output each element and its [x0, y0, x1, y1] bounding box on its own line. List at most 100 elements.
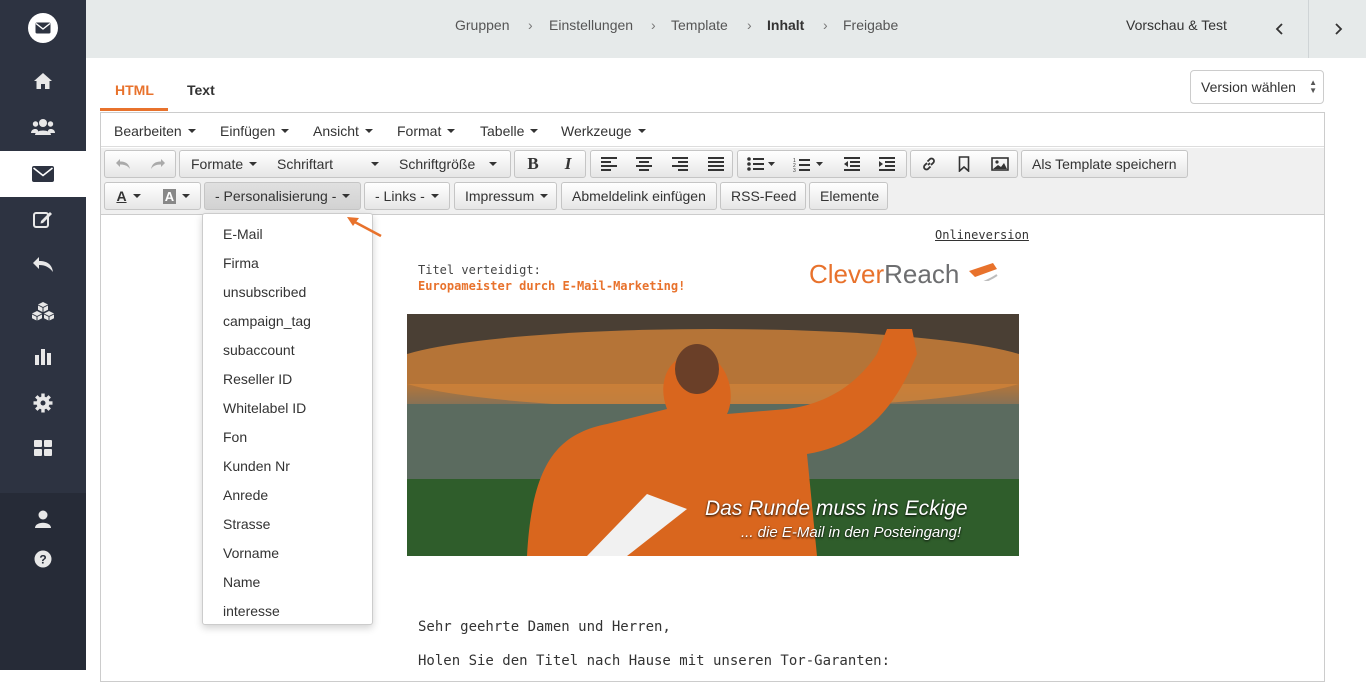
text-color-button[interactable]: A [105, 183, 152, 209]
help-icon[interactable]: ? [0, 536, 86, 582]
font-size-dropdown[interactable]: Schriftgröße [399, 156, 498, 172]
format-group: Formate Schriftart Schriftgröße [179, 150, 511, 178]
caret-down-icon [132, 194, 141, 198]
logo-envelope-icon [876, 263, 998, 294]
online-version-link[interactable]: Onlineversion [935, 228, 1029, 242]
menu-item-whitelabel-id[interactable]: Whitelabel ID [203, 388, 372, 417]
menu-item-kunden-nr[interactable]: Kunden Nr [203, 446, 372, 475]
menu-item-subaccount[interactable]: subaccount [203, 330, 372, 359]
redo-icon [151, 159, 165, 169]
next-step-button[interactable] [1308, 0, 1366, 58]
caret-down-icon [637, 129, 646, 133]
indent-icon [879, 157, 895, 171]
breadcrumb-einstellungen[interactable]: Einstellungen [549, 17, 633, 33]
menu-item-strasse[interactable]: Strasse [203, 504, 372, 533]
imprint-dropdown[interactable]: Impressum [454, 182, 557, 210]
menu-label: Format [397, 123, 442, 139]
menu-item-campaign-tag[interactable]: campaign_tag [203, 301, 372, 330]
menu-bearbeiten[interactable]: Bearbeiten [114, 123, 196, 139]
breadcrumb-template[interactable]: Template [671, 17, 728, 33]
link-media-group [910, 150, 1018, 178]
version-select[interactable]: Version wählen ▲ ▼ [1190, 70, 1324, 104]
link-icon [923, 157, 935, 171]
caret-down-icon [447, 129, 456, 133]
mail-icon[interactable] [0, 151, 86, 197]
rss-feed-button[interactable]: RSS-Feed [720, 182, 806, 210]
outdent-icon [844, 157, 860, 171]
elements-button[interactable]: Elemente [809, 182, 888, 210]
numbered-list-button[interactable]: 123 [785, 151, 831, 177]
font-family-dropdown[interactable]: Schriftart [277, 156, 380, 172]
menu-werkzeuge[interactable]: Werkzeuge [561, 123, 646, 139]
reply-icon[interactable] [0, 241, 86, 287]
breadcrumb-freigabe[interactable]: Freigabe [843, 17, 898, 33]
font-size-label: Schriftgröße [399, 156, 476, 172]
menu-item-firma[interactable]: Firma [203, 243, 372, 272]
menu-tabelle[interactable]: Tabelle [480, 123, 539, 139]
menu-item-vorname[interactable]: Vorname [203, 533, 372, 562]
menu-item-unsubscribed[interactable]: unsubscribed [203, 272, 372, 301]
align-justify-icon [708, 157, 724, 171]
numbered-list-icon: 123 [793, 158, 823, 172]
previous-step-button[interactable] [1251, 0, 1309, 58]
insert-image-button[interactable] [982, 151, 1018, 177]
mail-logo-icon[interactable] [28, 13, 58, 43]
edit-icon[interactable] [0, 196, 86, 242]
tab-html[interactable]: HTML [115, 82, 154, 98]
caret-down-icon [430, 194, 439, 198]
users-icon[interactable] [0, 104, 86, 150]
cubes-icon[interactable] [0, 288, 86, 334]
topbar: Gruppen › Einstellungen › Template › Inh… [86, 0, 1366, 58]
background-color-icon: A [162, 188, 177, 204]
home-icon[interactable] [0, 58, 86, 104]
menu-format[interactable]: Format [397, 123, 456, 139]
menu-ansicht[interactable]: Ansicht [313, 123, 373, 139]
breadcrumb-gruppen[interactable]: Gruppen [455, 17, 509, 33]
bold-button[interactable]: B [515, 151, 551, 177]
undo-button[interactable] [105, 151, 141, 177]
preview-test-link[interactable]: Vorschau & Test [1126, 17, 1227, 33]
menu-item-name[interactable]: Name [203, 562, 372, 591]
bar-chart-icon[interactable] [0, 333, 86, 379]
gear-icon[interactable] [0, 380, 86, 426]
list-indent-group: 123 [737, 150, 907, 178]
align-justify-button[interactable] [698, 151, 734, 177]
breadcrumb-separator: › [528, 17, 533, 33]
menu-item-interesse[interactable]: interesse [203, 591, 372, 620]
personalization-dropdown[interactable]: - Personalisierung - [204, 182, 361, 210]
breadcrumb-inhalt[interactable]: Inhalt [767, 17, 804, 33]
align-right-button[interactable] [662, 151, 698, 177]
caret-down-icon [371, 162, 380, 166]
italic-button[interactable]: I [550, 151, 586, 177]
links-dropdown[interactable]: - Links - [364, 182, 450, 210]
menu-item-reseller-id[interactable]: Reseller ID [203, 359, 372, 388]
indent-button[interactable] [869, 151, 905, 177]
svg-text:3: 3 [793, 168, 796, 172]
align-left-button[interactable] [591, 151, 627, 177]
menu-label: Bearbeiten [114, 123, 182, 139]
align-left-icon [601, 157, 617, 171]
save-as-template-button[interactable]: Als Template speichern [1021, 150, 1188, 178]
bullet-list-button[interactable] [738, 151, 784, 177]
insert-link-button[interactable] [911, 151, 947, 177]
bookmark-button[interactable] [946, 151, 982, 177]
tab-text[interactable]: Text [187, 82, 215, 98]
menu-einfuegen[interactable]: Einfügen [220, 123, 290, 139]
menu-label: Tabelle [480, 123, 525, 139]
greeting-text: Sehr geehrte Damen und Herren, [418, 619, 671, 635]
menu-item-fon[interactable]: Fon [203, 417, 372, 446]
sidebar: ? [0, 0, 86, 670]
background-color-button[interactable]: A [153, 183, 200, 209]
outdent-button[interactable] [834, 151, 870, 177]
alignment-group [590, 150, 733, 178]
align-center-button[interactable] [626, 151, 662, 177]
grid-icon[interactable] [0, 425, 86, 471]
bullet-list-icon [747, 157, 775, 171]
redo-button[interactable] [140, 151, 176, 177]
bold-italic-group: B I [514, 150, 586, 178]
menu-item-anrede[interactable]: Anrede [203, 475, 372, 504]
insert-unsubscribe-link-button[interactable]: Abmeldelink einfügen [561, 182, 717, 210]
formats-dropdown[interactable]: Formate [191, 156, 258, 172]
logo-text-part1: Clever [809, 259, 885, 289]
caret-down-icon [342, 194, 351, 198]
